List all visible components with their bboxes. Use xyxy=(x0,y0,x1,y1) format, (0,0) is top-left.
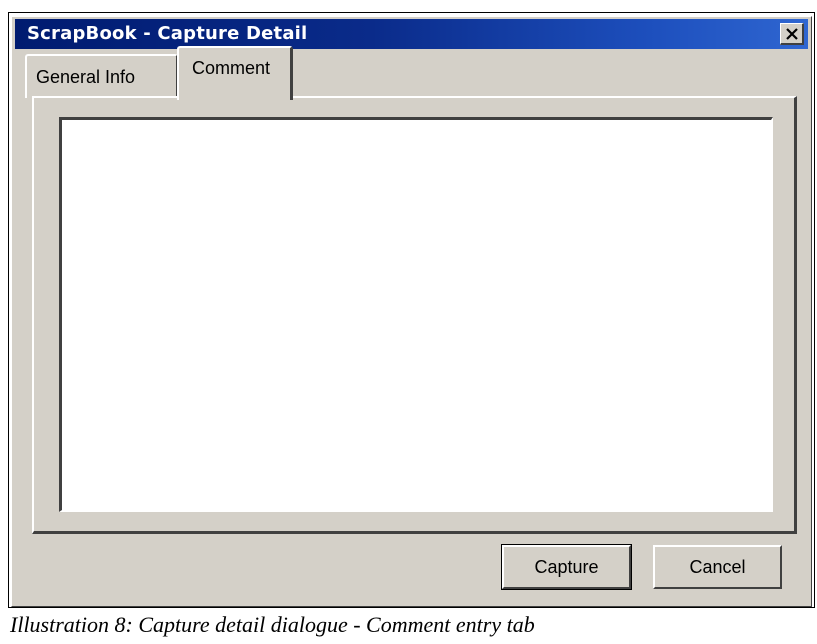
tab-comment-label: Comment xyxy=(192,58,271,78)
comment-textarea[interactable] xyxy=(59,117,773,512)
close-button[interactable] xyxy=(780,23,804,45)
illustration-caption: Illustration 8: Capture detail dialogue … xyxy=(10,612,535,637)
title-bar[interactable]: ScrapBook - Capture Detail xyxy=(15,19,808,49)
cancel-button-label: Cancel xyxy=(689,556,746,577)
caption-divider xyxy=(8,607,815,608)
capture-button-label: Capture xyxy=(534,556,599,577)
tab-comment[interactable]: Comment xyxy=(177,46,293,100)
close-x-icon xyxy=(785,27,798,40)
cancel-button[interactable]: Cancel xyxy=(653,545,782,589)
tab-general-info-label: General Info xyxy=(36,67,136,87)
capture-button[interactable]: Capture xyxy=(501,544,632,590)
window-title: ScrapBook - Capture Detail xyxy=(27,23,308,44)
tab-general-info[interactable]: General Info xyxy=(25,54,178,98)
